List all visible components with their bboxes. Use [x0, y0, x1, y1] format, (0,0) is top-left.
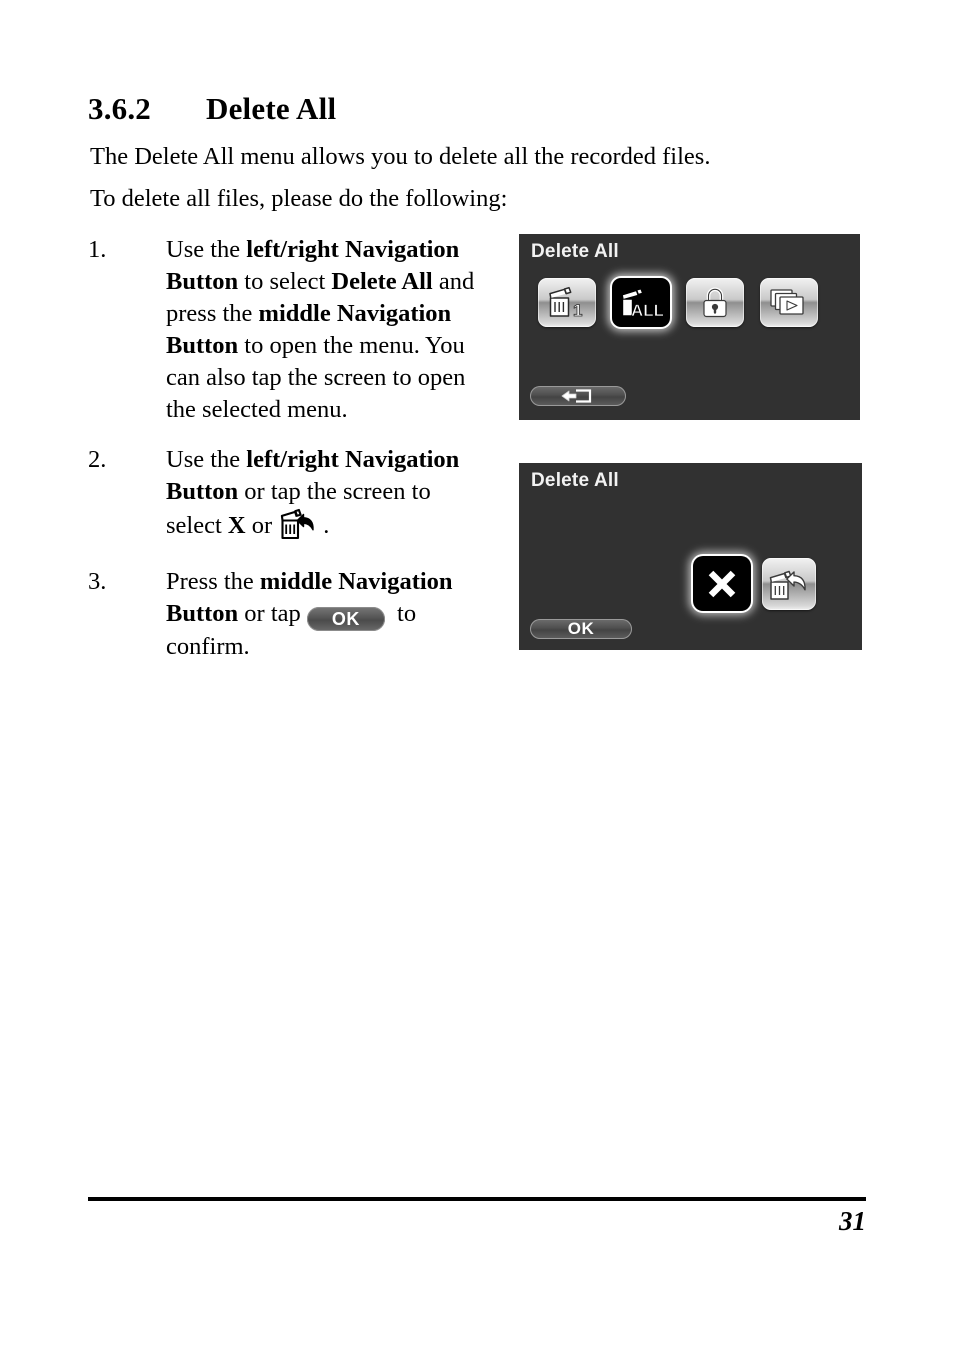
step3-text-2: or tap — [238, 600, 307, 627]
intro-paragraph-1: The Delete All menu allows you to delete… — [90, 143, 711, 170]
menu-icon-row: 1 ALL — [538, 278, 818, 327]
step-number: 3. — [88, 568, 107, 595]
list-item: 2. Use the left/right Navigation Button … — [88, 444, 498, 542]
slideshow-icon[interactable] — [760, 278, 818, 327]
delete-one-icon[interactable]: 1 — [538, 278, 596, 327]
list-item: 1. Use the left/right Navigation Button … — [88, 234, 498, 426]
lock-icon[interactable] — [686, 278, 744, 327]
page-title: 3.6.2 Delete All — [88, 90, 848, 128]
page-number: 31 — [839, 1206, 866, 1236]
step1-text-1: Use the — [166, 236, 247, 263]
camera-screen-delete-all-confirm: Delete All OK — [519, 463, 862, 650]
camera-screen-delete-all-menu: Delete All 1 ALL — [519, 234, 860, 420]
step-text: Press the middle Navigation Button or ta… — [166, 566, 486, 663]
confirm-icon-row — [693, 556, 816, 611]
trash-undo-icon — [278, 508, 322, 541]
screen-title: Delete All — [531, 241, 619, 262]
svg-text:ALL: ALL — [631, 301, 663, 319]
step2-bold-2: X — [227, 512, 246, 539]
svg-text:1: 1 — [573, 301, 582, 319]
footer-divider — [88, 1197, 866, 1201]
manual-page: 3.6.2 Delete All The Delete All menu allo… — [0, 0, 954, 1345]
section-number: 3.6.2 — [88, 91, 151, 126]
delete-all-icon[interactable]: ALL — [612, 278, 670, 327]
step1-bold-2: Delete All — [331, 268, 433, 295]
step2-text-1: Use the — [166, 446, 247, 473]
exit-button[interactable] — [530, 386, 626, 406]
step-text: Use the left/right Navigation Button or … — [166, 444, 486, 542]
list-item: 3. Press the middle Navigation Button or… — [88, 566, 498, 663]
ok-button-label: OK — [567, 619, 595, 638]
screen-title: Delete All — [531, 470, 619, 491]
step-number: 1. — [88, 236, 107, 263]
step-text: Use the left/right Navigation Button to … — [166, 234, 486, 426]
ok-button-inline: OK — [306, 607, 385, 631]
cancel-x-icon[interactable] — [693, 556, 751, 611]
ok-button[interactable]: OK — [530, 619, 632, 639]
step1-text-2: to select — [238, 268, 332, 295]
trash-undo-icon[interactable] — [762, 557, 816, 610]
step2-text-3: or — [245, 512, 279, 539]
section-title: Delete All — [206, 91, 337, 126]
exit-arrow-icon — [561, 389, 592, 403]
intro-paragraph-2: To delete all files, please do the follo… — [90, 185, 508, 212]
steps-list: 1. Use the left/right Navigation Button … — [88, 234, 498, 681]
step3-text-1: Press the — [166, 568, 260, 595]
step2-text-4: . — [323, 512, 330, 539]
step-number: 2. — [88, 446, 107, 473]
